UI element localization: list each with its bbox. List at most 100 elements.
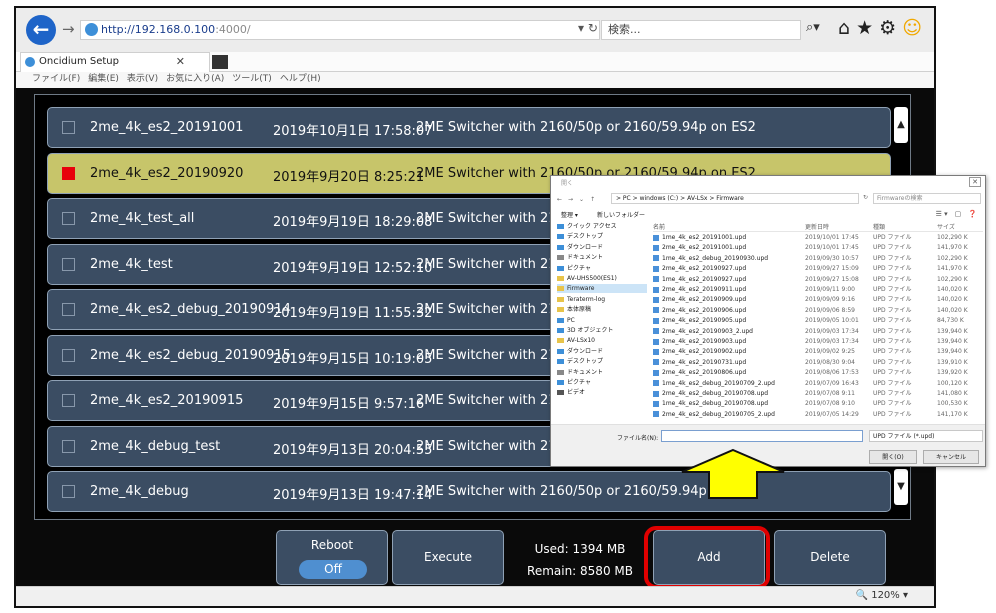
filetype-select[interactable]: UPD ファイル (*.upd) (869, 430, 983, 442)
row-checkbox[interactable] (62, 257, 75, 271)
dialog-file-row[interactable]: 2me_4k_es2_20190902.upd 2019/09/02 9:25 UP… (653, 348, 983, 356)
globe-icon (85, 23, 98, 36)
nav-item[interactable]: ダウンロード (557, 243, 603, 252)
dialog-file-row[interactable]: 2me_4k_es2_20190906.upd 2019/09/06 8:59 UP… (653, 307, 983, 315)
header-size[interactable]: サイズ (937, 222, 955, 231)
nav-item-label: 本体原稿 (567, 306, 592, 314)
folder-icon (557, 369, 564, 375)
nav-item[interactable]: ダウンロード (557, 347, 603, 356)
nav-item[interactable]: クイック アクセス (557, 222, 617, 231)
nav-item[interactable]: ピクチャ (557, 378, 591, 387)
scroll-up-icon[interactable]: ▲ (894, 107, 908, 143)
header-modified[interactable]: 更新日時 (805, 222, 829, 231)
row-checkbox[interactable] (62, 212, 75, 225)
dialog-cancel-button[interactable]: キャンセル (923, 450, 979, 464)
dialog-open-button[interactable]: 開く(O) (869, 450, 917, 464)
dialog-file-row[interactable]: 1me_4k_es2_20191001.upd 2019/10/01 17:45 U… (653, 234, 983, 242)
feedback-smiley-icon[interactable]: ☺ (902, 17, 922, 39)
browser-search-input[interactable]: 検索... (601, 20, 801, 40)
new-folder-button[interactable]: 新しいフォルダー (597, 210, 645, 219)
dialog-file-row[interactable]: 2me_4k_es2_20190909.upd 2019/09/09 9:16 UP… (653, 296, 983, 304)
dialog-file-row[interactable]: 1me_4k_es2_debug_20190708.upd 2019/07/08 … (653, 400, 983, 408)
folder-icon (557, 286, 564, 292)
dialog-file-row[interactable]: 2me_4k_es2_20190903_2.upd 2019/09/03 17:3… (653, 328, 983, 336)
menu-favorites[interactable]: お気に入り(A) (166, 72, 224, 88)
header-name[interactable]: 名前 (653, 222, 665, 231)
row-checkbox[interactable] (62, 121, 75, 134)
favorites-star-icon[interactable]: ★ (856, 17, 873, 39)
reboot-button[interactable]: Reboot Off (276, 530, 388, 585)
nav-item[interactable]: AV-UHS500(ES1) (557, 274, 617, 283)
dialog-close-icon[interactable]: ✕ (969, 177, 981, 187)
row-checkbox[interactable] (62, 394, 75, 407)
dialog-file-row[interactable]: 2me_4k_es2_20190911.upd 2019/09/11 9:00 UP… (653, 286, 983, 294)
dialog-file-date: 2019/09/05 10:01 (805, 317, 859, 325)
forward-icon[interactable]: → (62, 20, 75, 38)
nav-item[interactable]: ビデオ (557, 388, 585, 397)
nav-item[interactable]: 3D オブジェクト (557, 326, 613, 335)
nav-item[interactable]: ドキュメント (557, 253, 603, 262)
delete-button[interactable]: Delete (774, 530, 886, 585)
dialog-refresh-icon[interactable]: ↻ (863, 194, 868, 201)
nav-item[interactable]: Firmware (557, 284, 647, 294)
execute-button[interactable]: Execute (392, 530, 504, 585)
tab-close-icon[interactable]: ✕ (176, 53, 185, 71)
dialog-file-row[interactable]: 1me_4k_es2_20190927.upd 2019/09/27 15:08 U… (653, 276, 983, 284)
back-button[interactable]: ← (26, 15, 56, 45)
nav-item[interactable]: AV-LSx10 (557, 336, 595, 345)
row-checkbox[interactable] (62, 439, 75, 453)
dialog-file-date: 2019/07/09 16:43 (805, 379, 859, 387)
tab-oncidium-setup[interactable]: Oncidium Setup ✕ (20, 52, 210, 72)
nav-item[interactable]: デスクトップ (557, 232, 603, 241)
home-icon[interactable]: ⌂ (838, 17, 850, 39)
refresh-icon[interactable]: ▾ ↻ (578, 21, 598, 35)
search-icon[interactable]: ⌕▾ (806, 20, 820, 35)
menu-file[interactable]: ファイル(F) (32, 72, 80, 88)
menu-help[interactable]: ヘルプ(H) (280, 72, 321, 88)
dialog-file-name: 2me_4k_es2_20190905.upd (662, 317, 747, 325)
nav-item[interactable]: PC (557, 316, 575, 325)
dialog-file-type: UPD ファイル (873, 338, 912, 345)
dialog-file-row[interactable]: 1me_4k_es2_debug_20190930.upd 2019/09/30 … (653, 255, 983, 263)
nav-item[interactable]: デスクトップ (557, 357, 603, 366)
scroll-down-icon[interactable]: ▼ (894, 469, 908, 505)
nav-item[interactable]: 本体原稿 (557, 305, 591, 314)
dialog-path[interactable]: > PC > windows (C:) > AV-LSx > Firmware (611, 193, 859, 204)
nav-arrows-icon[interactable]: ← → ⌄ ↑ (557, 194, 595, 203)
zoom-level[interactable]: 🔍 120% ▾ (856, 590, 908, 601)
reboot-toggle[interactable]: Off (299, 560, 367, 579)
dialog-file-size: 100,120 K (937, 379, 968, 387)
row-checkbox[interactable] (62, 485, 75, 498)
dialog-file-row[interactable]: 2me_4k_es2_20191001.upd 2019/10/01 17:45 U… (653, 244, 983, 252)
filename-input[interactable] (661, 430, 863, 442)
row-checkbox[interactable] (62, 303, 75, 316)
file-row[interactable]: 2me_4k_es2_20191001 2019年10月1日 17:58:07 2M… (47, 107, 891, 148)
dialog-file-row[interactable]: 2me_4k_es2_20190903.upd 2019/09/03 17:34 U… (653, 338, 983, 346)
url-port: :4000/ (215, 23, 251, 36)
nav-item[interactable]: ドキュメント (557, 368, 603, 377)
dialog-file-row[interactable]: 2me_4k_es2_20190731.upd 2019/08/30 9:04 UP… (653, 359, 983, 367)
help-icon[interactable]: ❓ (968, 210, 977, 218)
menu-view[interactable]: 表示(V) (127, 72, 158, 88)
dialog-file-row[interactable]: 2me_4k_es2_20190927.upd 2019/09/27 15:09 U… (653, 265, 983, 273)
header-type[interactable]: 種類 (873, 222, 885, 231)
dialog-file-row[interactable]: 2me_4k_es2_20190806.upd 2019/08/06 17:53 U… (653, 369, 983, 377)
nav-item[interactable]: ピクチャ (557, 264, 591, 273)
dialog-file-row[interactable]: 2me_4k_es2_debug_20190705_2.upd 2019/07/0… (653, 411, 983, 419)
dialog-search-input[interactable]: Firmwareの検索 (873, 193, 981, 204)
row-checkbox[interactable] (62, 166, 75, 180)
dialog-file-row[interactable]: 2me_4k_es2_20190905.upd 2019/09/05 10:01 U… (653, 317, 983, 325)
nav-item[interactable]: Teraterm-log (557, 295, 605, 304)
menu-edit[interactable]: 編集(E) (88, 72, 119, 88)
url-field[interactable]: http://192.168.0.100:4000/ (80, 20, 600, 40)
reboot-label: Reboot (310, 538, 354, 552)
menu-tools[interactable]: ツール(T) (232, 72, 272, 88)
new-tab-button[interactable] (212, 55, 228, 69)
dialog-file-row[interactable]: 2me_4k_es2_debug_20190708.upd 2019/07/08 … (653, 390, 983, 398)
gear-icon[interactable]: ⚙ (879, 17, 896, 39)
view-options-icons[interactable]: ☰ ▾ ▢ ❓ (936, 209, 977, 219)
row-checkbox[interactable] (62, 348, 75, 362)
organize-menu[interactable]: 整理 ▾ (561, 210, 578, 219)
nav-item-label: ダウンロード (567, 347, 604, 355)
dialog-file-row[interactable]: 1me_4k_es2_debug_20190709_2.upd 2019/07/0… (653, 380, 983, 388)
